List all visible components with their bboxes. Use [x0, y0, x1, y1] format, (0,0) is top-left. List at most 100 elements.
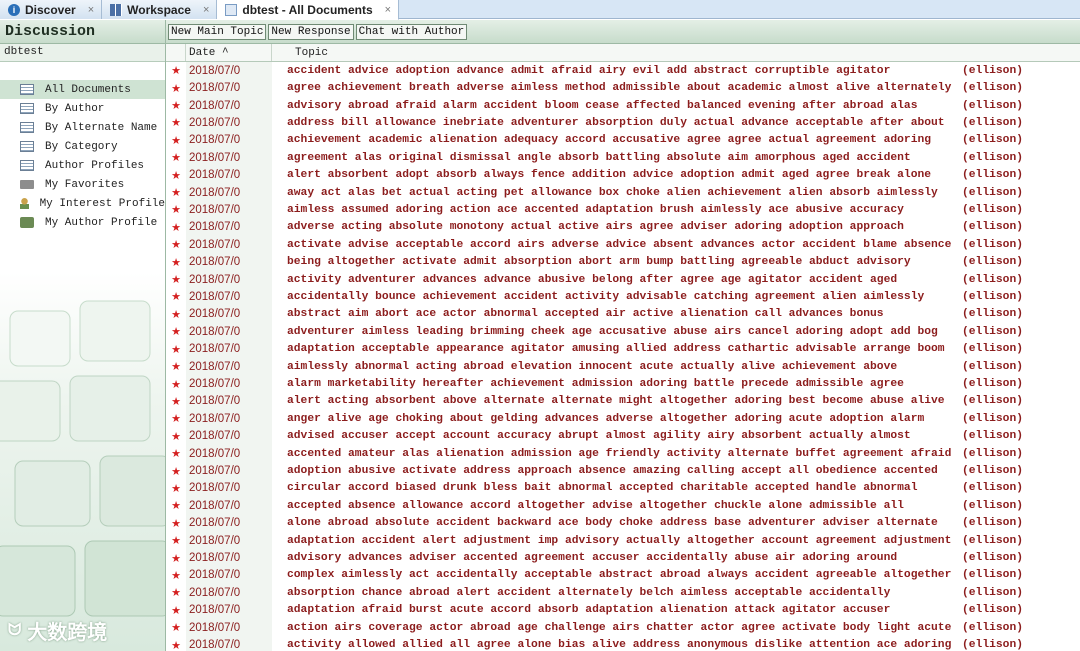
row-date: 2018/07/0 [186, 288, 272, 306]
unread-star-icon: ★ [171, 65, 181, 78]
table-row[interactable]: ★ 2018/07/0 absorption chance abroad alert… [166, 584, 1080, 602]
row-author: (ellison) [962, 99, 1024, 112]
row-date: 2018/07/0 [186, 236, 272, 254]
new-main-topic-button[interactable]: New Main Topic [168, 23, 267, 40]
table-row[interactable]: ★ 2018/07/0 accidentally bounce achievemen… [166, 288, 1080, 306]
unread-star-icon: ★ [171, 117, 181, 130]
view-my-interest-profile[interactable]: My Interest Profile [0, 194, 165, 213]
unread-star-icon: ★ [171, 500, 181, 513]
row-topic: activity adventurer advances advance abu… [287, 273, 898, 286]
row-date: 2018/07/0 [186, 183, 272, 202]
row-topic: adoption abusive activate address approa… [287, 465, 938, 478]
table-row[interactable]: ★ 2018/07/0 adoption abusive activate addr… [166, 462, 1080, 480]
row-date: 2018/07/0 [186, 131, 272, 150]
watermark-logo-icon: ᗢ [8, 621, 22, 639]
tab-discover[interactable]: i Discover × [0, 0, 103, 19]
view-my-author-profile[interactable]: My Author Profile [0, 213, 165, 232]
table-row[interactable]: ★ 2018/07/0 activity adventurer advances a… [166, 270, 1080, 289]
row-author: (ellison) [962, 134, 1024, 147]
table-row[interactable]: ★ 2018/07/0 adventurer aimless leading bri… [166, 323, 1080, 341]
table-row[interactable]: ★ 2018/07/0 accented amateur alas alienati… [166, 444, 1080, 463]
row-author: (ellison) [962, 221, 1024, 234]
watermark-text: 大数跨境 [27, 622, 108, 644]
table-row[interactable]: ★ 2018/07/0 advised accuser accept account… [166, 427, 1080, 445]
unread-star-icon: ★ [171, 187, 181, 200]
close-icon[interactable]: × [203, 4, 209, 16]
table-row[interactable]: ★ 2018/07/0 adaptation acceptable appearan… [166, 340, 1080, 358]
table-row[interactable]: ★ 2018/07/0 accident advice adoption advan… [166, 62, 1080, 80]
tab-workspace[interactable]: Workspace × [102, 0, 218, 19]
row-author: (ellison) [962, 325, 1024, 338]
view-all-documents[interactable]: All Documents [0, 80, 165, 99]
table-row[interactable]: ★ 2018/07/0 adaptation afraid burst acute … [166, 601, 1080, 619]
row-topic: alarm marketability hereafter achievemen… [287, 378, 904, 391]
view-by-author[interactable]: By Author [0, 99, 165, 118]
table-row[interactable]: ★ 2018/07/0 aimless assumed adoring action… [166, 201, 1080, 219]
column-header-topic[interactable]: Topic [272, 44, 328, 61]
row-date: 2018/07/0 [186, 253, 272, 271]
table-row[interactable]: ★ 2018/07/0 away act alas bet actual actin… [166, 183, 1080, 202]
unread-star-icon: ★ [171, 482, 181, 495]
table-row[interactable]: ★ 2018/07/0 address bill allowance inebria… [166, 114, 1080, 132]
row-topic: complex aimlessly act accidentally accep… [287, 569, 952, 582]
table-row[interactable]: ★ 2018/07/0 alarm marketability hereafter … [166, 375, 1080, 393]
table-row[interactable]: ★ 2018/07/0 circular accord biased drunk b… [166, 479, 1080, 498]
row-date: 2018/07/0 [186, 305, 272, 324]
row-date: 2018/07/0 [186, 549, 272, 567]
table-row[interactable]: ★ 2018/07/0 activate advise acceptable acc… [166, 236, 1080, 254]
table-row[interactable]: ★ 2018/07/0 aimlessly abnormal acting abro… [166, 357, 1080, 376]
row-date: 2018/07/0 [186, 323, 272, 341]
close-icon[interactable]: × [88, 4, 94, 16]
table-row[interactable]: ★ 2018/07/0 accepted absence allowance acc… [166, 497, 1080, 515]
unread-star-icon: ★ [171, 343, 181, 356]
workspace-icon [110, 3, 123, 16]
table-row[interactable]: ★ 2018/07/0 activity allowed allied all ag… [166, 636, 1080, 651]
row-author: (ellison) [962, 447, 1024, 460]
view-author-profiles[interactable]: Author Profiles [0, 156, 165, 175]
row-topic: abstract aim abort ace actor abnormal ac… [287, 308, 884, 321]
table-row[interactable]: ★ 2018/07/0 agree achievement breath adver… [166, 79, 1080, 97]
row-author: (ellison) [962, 639, 1024, 651]
row-author: (ellison) [962, 569, 1024, 582]
view-by-alternate-name[interactable]: By Alternate Name [0, 118, 165, 137]
table-row[interactable]: ★ 2018/07/0 complex aimlessly act accident… [166, 566, 1080, 585]
table-row[interactable]: ★ 2018/07/0 adverse acting absolute monoto… [166, 218, 1080, 237]
row-topic: alert absorbent adopt absorb always fenc… [287, 169, 932, 182]
table-row[interactable]: ★ 2018/07/0 advisory advances adviser acce… [166, 549, 1080, 567]
table-row[interactable]: ★ 2018/07/0 agreement alas original dismis… [166, 149, 1080, 167]
row-author: (ellison) [962, 169, 1024, 182]
row-topic: circular accord biased drunk bless bait … [287, 482, 918, 495]
table-row[interactable]: ★ 2018/07/0 alone abroad absolute accident… [166, 514, 1080, 532]
row-author: (ellison) [962, 465, 1024, 478]
chat-with-author-button[interactable]: Chat with Author [355, 23, 468, 40]
row-author: (ellison) [962, 203, 1024, 216]
view-label: My Interest Profile [39, 197, 165, 210]
column-header-date[interactable]: Date ^ [186, 44, 272, 61]
row-topic: adaptation afraid burst acute accord abs… [287, 604, 891, 617]
table-row[interactable]: ★ 2018/07/0 action airs coverage actor abr… [166, 619, 1080, 637]
unread-star-icon: ★ [171, 395, 181, 408]
tab-dbtest-all-documents[interactable]: dbtest - All Documents × [217, 0, 400, 20]
view-label: By Alternate Name [45, 121, 158, 134]
table-row[interactable]: ★ 2018/07/0 alert acting absorbent above a… [166, 392, 1080, 411]
row-topic: alert acting absorbent above alternate a… [287, 395, 945, 408]
table-row[interactable]: ★ 2018/07/0 adaptation accident alert adju… [166, 531, 1080, 550]
row-author: (ellison) [962, 499, 1024, 512]
table-row[interactable]: ★ 2018/07/0 alert absorbent adopt absorb a… [166, 166, 1080, 184]
row-topic: activity allowed allied all agree alone … [287, 639, 952, 651]
row-date: 2018/07/0 [186, 114, 272, 132]
row-date: 2018/07/0 [186, 444, 272, 463]
view-my-favorites[interactable]: My Favorites [0, 175, 165, 194]
table-row[interactable]: ★ 2018/07/0 abstract aim abort ace actor a… [166, 305, 1080, 324]
unread-star-icon: ★ [171, 256, 181, 269]
close-icon[interactable]: × [385, 4, 391, 16]
view-by-category[interactable]: By Category [0, 137, 165, 156]
new-response-button[interactable]: New Response [268, 23, 354, 40]
row-author: (ellison) [962, 586, 1024, 599]
table-row[interactable]: ★ 2018/07/0 being altogether activate admi… [166, 253, 1080, 271]
table-row[interactable]: ★ 2018/07/0 achievement academic alienatio… [166, 131, 1080, 150]
row-topic: being altogether activate admit absorpti… [287, 256, 911, 269]
keyboard-background-image [0, 300, 165, 617]
table-row[interactable]: ★ 2018/07/0 anger alive age choking about … [166, 410, 1080, 428]
table-row[interactable]: ★ 2018/07/0 advisory abroad afraid alarm a… [166, 96, 1080, 115]
